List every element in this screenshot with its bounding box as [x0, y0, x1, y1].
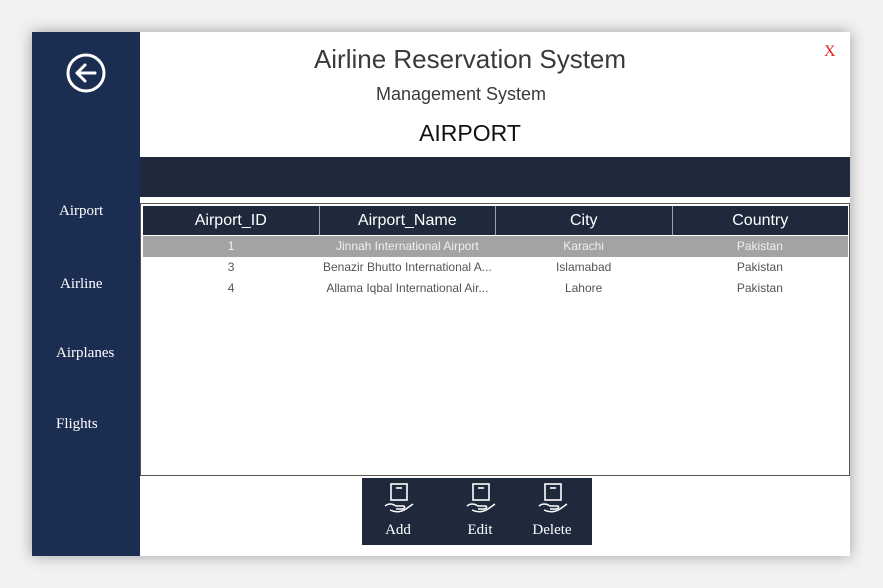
cell-airport-name: Benazir Bhutto International A... — [322, 260, 492, 274]
cell-airport-name: Allama Iqbal International Air... — [326, 281, 489, 295]
close-button[interactable]: X — [824, 43, 836, 61]
cell-country: Pakistan — [736, 281, 783, 295]
page-title: AIRPORT — [419, 120, 521, 146]
column-header-airport-id[interactable]: Airport_ID — [143, 206, 320, 235]
sidebar-item-label: Airplanes — [56, 345, 115, 361]
app-title: Airline Reservation System — [313, 44, 627, 74]
column-header-airport-name[interactable]: Airport_Name — [320, 206, 496, 235]
cell-city: Lahore — [564, 281, 603, 295]
header-bar — [140, 157, 850, 197]
sidebar-item-label: Airport — [59, 203, 104, 219]
add-button[interactable]: Add — [368, 478, 428, 545]
arrow-left-circle-icon — [66, 53, 106, 93]
sidebar-item-label: Airline — [60, 276, 103, 292]
cell-airport-id: 3 — [227, 260, 235, 274]
table-row[interactable]: 4 Allama Iqbal International Air... Laho… — [143, 278, 848, 299]
app-subtitle: Management System — [375, 84, 547, 104]
table-header: Airport_ID Airport_Name City Country — [143, 206, 848, 235]
box-in-hand-icon — [384, 483, 414, 513]
back-button[interactable] — [65, 52, 107, 94]
action-toolbar: Add Edit Delete — [362, 478, 592, 545]
cell-airport-id: 4 — [227, 281, 235, 295]
edit-button-label: Edit — [467, 522, 493, 538]
cell-airport-name: Jinnah International Airport — [335, 239, 479, 253]
sidebar-item-flights[interactable]: Flights — [32, 416, 140, 433]
main-window: Airport Airline Airplanes Flights Airlin… — [32, 32, 850, 556]
sidebar-item-airport[interactable]: Airport — [32, 203, 140, 220]
airport-table[interactable]: Airport_ID Airport_Name City Country 1 J… — [140, 203, 850, 476]
table-row[interactable]: 3 Benazir Bhutto International A... Isla… — [143, 257, 848, 278]
sidebar-item-airline[interactable]: Airline — [32, 276, 140, 293]
sidebar: Airport Airline Airplanes Flights — [32, 32, 140, 556]
cell-country: Pakistan — [736, 260, 783, 274]
sidebar-item-airplanes[interactable]: Airplanes — [32, 345, 140, 362]
cell-city: Islamabad — [555, 260, 612, 274]
column-header-city[interactable]: City — [496, 206, 673, 235]
cell-country: Pakistan — [736, 239, 783, 253]
sidebar-item-label: Flights — [56, 416, 98, 432]
delete-button[interactable]: Delete — [522, 478, 582, 545]
edit-button[interactable]: Edit — [450, 478, 510, 545]
cell-airport-id: 1 — [227, 239, 235, 253]
table-row[interactable]: 1 Jinnah International Airport Karachi P… — [143, 236, 848, 257]
delete-button-label: Delete — [532, 522, 572, 538]
column-header-country[interactable]: Country — [673, 206, 849, 235]
cell-city: Karachi — [563, 239, 604, 253]
add-button-label: Add — [385, 522, 411, 538]
box-in-hand-icon — [466, 483, 496, 513]
box-in-hand-icon — [538, 483, 568, 513]
